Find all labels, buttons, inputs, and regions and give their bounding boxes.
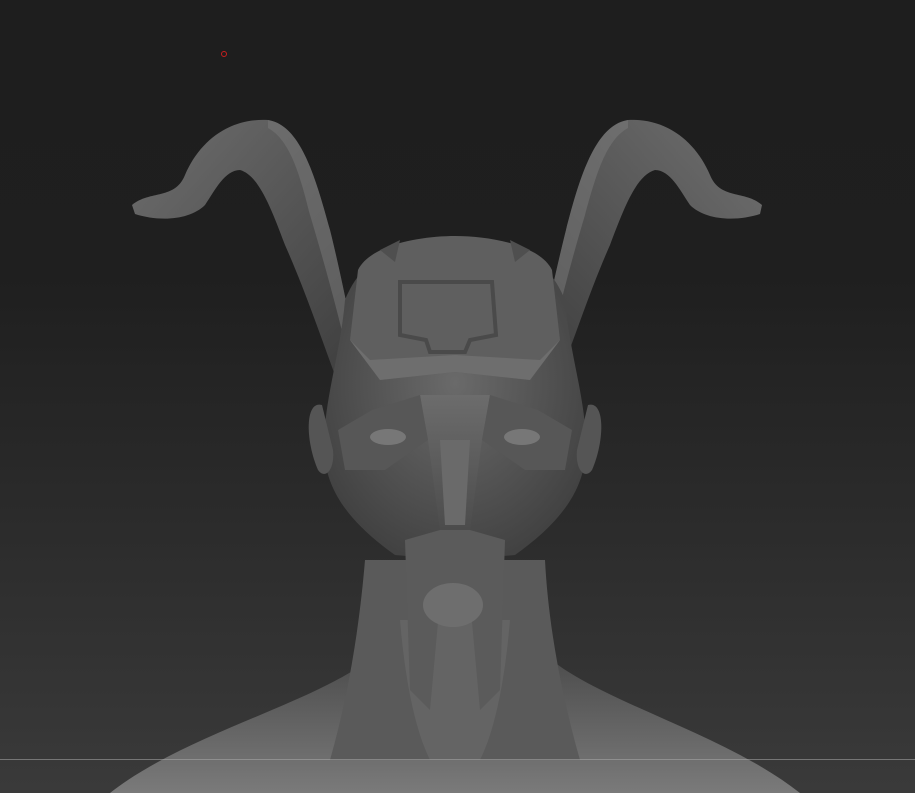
sculpt-model[interactable] [0,0,915,793]
floor-grid-line [0,759,915,760]
right-horn [538,119,762,375]
helmet [350,236,560,380]
left-horn [132,119,358,375]
brush-cursor [221,51,227,57]
viewport-canvas[interactable] [0,0,915,793]
